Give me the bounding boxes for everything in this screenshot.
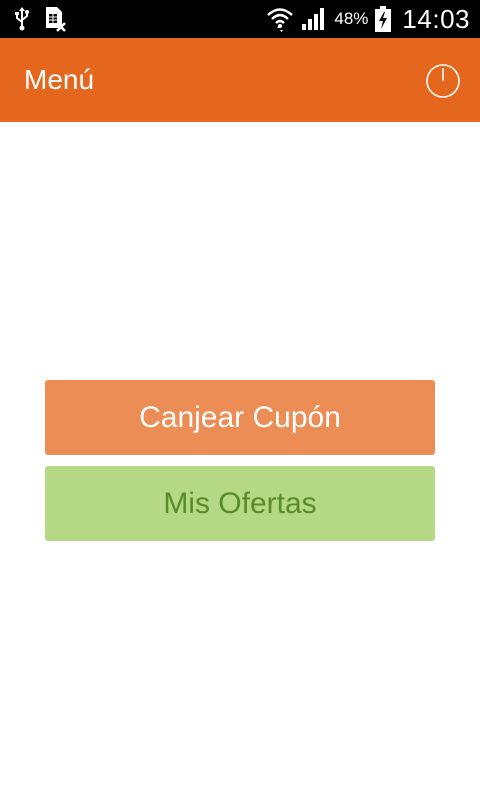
status-bar-notifications: [14, 4, 66, 34]
wifi-icon: [266, 6, 294, 32]
status-bar-system: 48% 14:03: [266, 0, 470, 38]
redeem-coupon-button[interactable]: Canjear Cupón: [45, 380, 435, 455]
logout-button[interactable]: [424, 62, 462, 100]
usb-icon: [14, 7, 30, 31]
battery-percentage: 48%: [334, 9, 369, 28]
my-offers-button[interactable]: Mis Ofertas: [45, 466, 435, 541]
sim-card-icon: [44, 6, 66, 32]
clock: 14:03: [402, 3, 470, 34]
status-bar: 48% 14:03: [0, 0, 480, 38]
power-icon: [426, 64, 460, 98]
battery-charging-icon: [374, 5, 392, 33]
signal-icon: [300, 7, 326, 31]
page-title: Menú: [24, 64, 95, 95]
action-bar: Menú: [0, 38, 480, 122]
